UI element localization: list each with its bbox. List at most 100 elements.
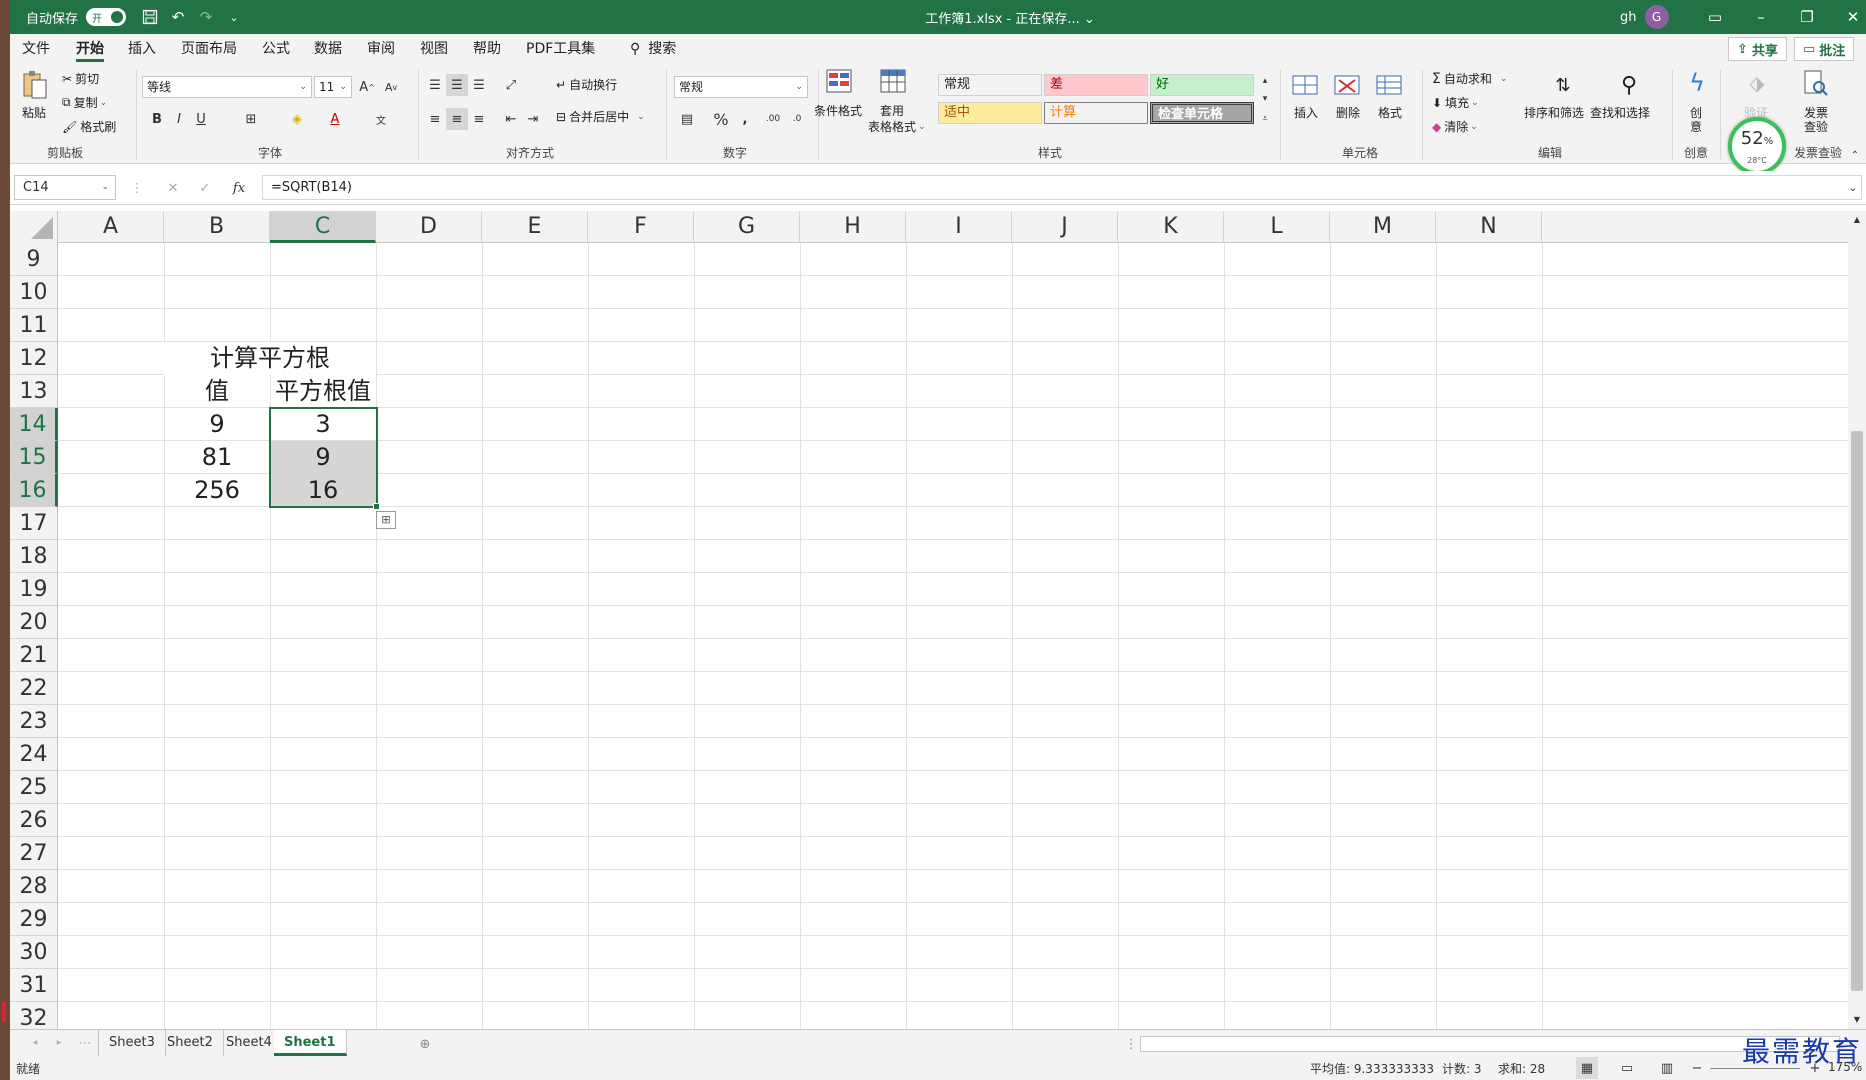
underline-icon[interactable]: U: [190, 108, 212, 130]
format-as-table-icon[interactable]: [878, 66, 908, 96]
insert-cells-icon[interactable]: [1290, 70, 1320, 100]
row-header-19[interactable]: 19: [10, 573, 58, 606]
row-header-13[interactable]: 13: [10, 375, 58, 408]
cell-b13[interactable]: 值: [164, 375, 270, 408]
comma-style-icon[interactable]: ,: [734, 108, 756, 130]
worksheet-grid[interactable]: A B C D E F G H I J K L M N 9 10 11 12 1…: [10, 211, 1848, 1029]
autosave-toggle[interactable]: 开: [86, 8, 127, 26]
borders-icon[interactable]: ⊞: [240, 108, 262, 130]
search-box[interactable]: ⚲ 搜索: [630, 34, 676, 64]
share-button[interactable]: ⇪ 共享: [1728, 37, 1787, 61]
styles-more-icon[interactable]: ⩡: [1258, 110, 1272, 128]
tab-page-layout[interactable]: 页面布局: [181, 34, 237, 64]
cancel-icon[interactable]: ✕: [162, 177, 184, 199]
align-left-icon[interactable]: ≡: [424, 108, 446, 130]
fill-handle[interactable]: [373, 503, 380, 510]
status-average[interactable]: 平均值: 9.333333333: [1310, 1060, 1434, 1077]
col-header-i[interactable]: I: [906, 211, 1012, 243]
scroll-down-icon[interactable]: ▼: [1848, 1011, 1866, 1027]
row-header-27[interactable]: 27: [10, 837, 58, 870]
fill-color-icon[interactable]: ◈: [286, 108, 308, 130]
name-box[interactable]: C14 ⌄: [14, 175, 116, 200]
orientation-icon[interactable]: ⤢: [500, 74, 522, 96]
add-sheet-icon[interactable]: ⊕: [414, 1033, 436, 1055]
align-middle-icon[interactable]: ☰: [446, 74, 468, 96]
formula-input[interactable]: =SQRT(B14): [262, 175, 1862, 200]
sheet-tab-sheet4[interactable]: Sheet4: [216, 1030, 283, 1056]
format-as-table-button[interactable]: 表格格式 ⌄: [868, 118, 926, 135]
select-all-button[interactable]: [10, 211, 58, 243]
cell-c13[interactable]: 平方根值: [270, 375, 376, 408]
vertical-scroll-thumb[interactable]: [1851, 431, 1863, 991]
row-header-20[interactable]: 20: [10, 606, 58, 639]
clear-button[interactable]: ◆ 清除 ⌄: [1432, 118, 1478, 135]
cell-b14[interactable]: 9: [164, 408, 270, 441]
col-header-m[interactable]: M: [1330, 211, 1436, 243]
row-header-29[interactable]: 29: [10, 903, 58, 936]
col-header-n[interactable]: N: [1436, 211, 1542, 243]
tab-help[interactable]: 帮助: [473, 34, 501, 64]
row-header-28[interactable]: 28: [10, 870, 58, 903]
cut-button[interactable]: ✂ 剪切: [62, 70, 99, 87]
font-color-icon[interactable]: A: [324, 108, 346, 130]
col-header-g[interactable]: G: [694, 211, 800, 243]
row-header-24[interactable]: 24: [10, 738, 58, 771]
vertical-scrollbar[interactable]: ▲ ▼: [1848, 211, 1866, 1029]
merge-center-button[interactable]: ⊟ 合并后居中 ⌄: [556, 108, 645, 125]
style-normal[interactable]: 常规: [938, 74, 1042, 96]
conditional-format-button[interactable]: 条件格式: [814, 102, 862, 119]
redo-icon[interactable]: ↷: [192, 0, 220, 34]
horizontal-scrollbar[interactable]: [1140, 1036, 1840, 1052]
font-size-combo[interactable]: 11 ⌄: [314, 76, 352, 98]
col-header-k[interactable]: K: [1118, 211, 1224, 243]
minimize-icon[interactable]: –: [1738, 0, 1784, 34]
document-title[interactable]: 工作簿1.xlsx - 正在保存... ⌄: [925, 8, 1095, 27]
scroll-up-icon[interactable]: ▲: [1848, 211, 1866, 227]
row-header-18[interactable]: 18: [10, 540, 58, 573]
prev-sheet-icon[interactable]: ◂: [24, 1032, 46, 1054]
find-select-icon[interactable]: ⚲: [1614, 70, 1644, 100]
format-cells-icon[interactable]: [1374, 70, 1404, 100]
cell-b15[interactable]: 81: [164, 441, 270, 474]
row-header-9[interactable]: 9: [10, 243, 58, 276]
sort-filter-icon[interactable]: ⇅: [1548, 70, 1578, 100]
verify-icon[interactable]: ⬗: [1742, 68, 1772, 98]
increase-indent-icon[interactable]: ⇥: [522, 108, 544, 130]
decrease-indent-icon[interactable]: ⇤: [500, 108, 522, 130]
tab-review[interactable]: 审阅: [367, 34, 395, 64]
tab-data[interactable]: 数据: [314, 34, 342, 64]
style-check-cell[interactable]: 检查单元格: [1150, 102, 1254, 124]
invoice-check-icon[interactable]: [1800, 68, 1830, 98]
sheet-tab-sheet3[interactable]: Sheet3: [98, 1030, 166, 1056]
status-count[interactable]: 计数: 3: [1442, 1060, 1482, 1077]
more-sheets-icon[interactable]: ⋯: [74, 1032, 96, 1054]
user-avatar[interactable]: G: [1644, 5, 1669, 29]
percent-icon[interactable]: %: [710, 108, 732, 130]
row-header-11[interactable]: 11: [10, 309, 58, 342]
sort-filter-button[interactable]: 排序和筛选: [1524, 104, 1584, 121]
shrink-font-icon[interactable]: Av: [380, 76, 402, 98]
col-header-f[interactable]: F: [588, 211, 694, 243]
customize-qat-icon[interactable]: ⌄: [220, 0, 248, 34]
row-header-15[interactable]: 15: [10, 441, 58, 474]
restore-icon[interactable]: ❐: [1784, 0, 1830, 34]
grow-font-icon[interactable]: A ^: [356, 76, 378, 98]
cell-b16[interactable]: 256: [164, 474, 270, 507]
align-right-icon[interactable]: ≡: [468, 108, 490, 130]
find-select-button[interactable]: 查找和选择: [1590, 104, 1650, 121]
cell-b12-title[interactable]: 计算平方根: [164, 342, 376, 375]
bold-icon[interactable]: B: [146, 108, 168, 130]
collapse-ribbon-icon[interactable]: ⌃: [1844, 144, 1866, 166]
italic-icon[interactable]: I: [168, 108, 190, 130]
tab-pdf-tools[interactable]: PDF工具集: [526, 34, 595, 64]
undo-icon[interactable]: ↶: [164, 0, 192, 34]
row-header-21[interactable]: 21: [10, 639, 58, 672]
align-bottom-icon[interactable]: ☰: [468, 74, 490, 96]
tab-formulas[interactable]: 公式: [262, 34, 290, 64]
insert-cells-button[interactable]: 插入: [1294, 104, 1318, 121]
delete-cells-button[interactable]: 删除: [1336, 104, 1360, 121]
col-header-c[interactable]: C: [270, 211, 376, 243]
accounting-format-icon[interactable]: ▤: [676, 108, 698, 130]
col-header-d[interactable]: D: [376, 211, 482, 243]
delete-cells-icon[interactable]: [1332, 70, 1362, 100]
